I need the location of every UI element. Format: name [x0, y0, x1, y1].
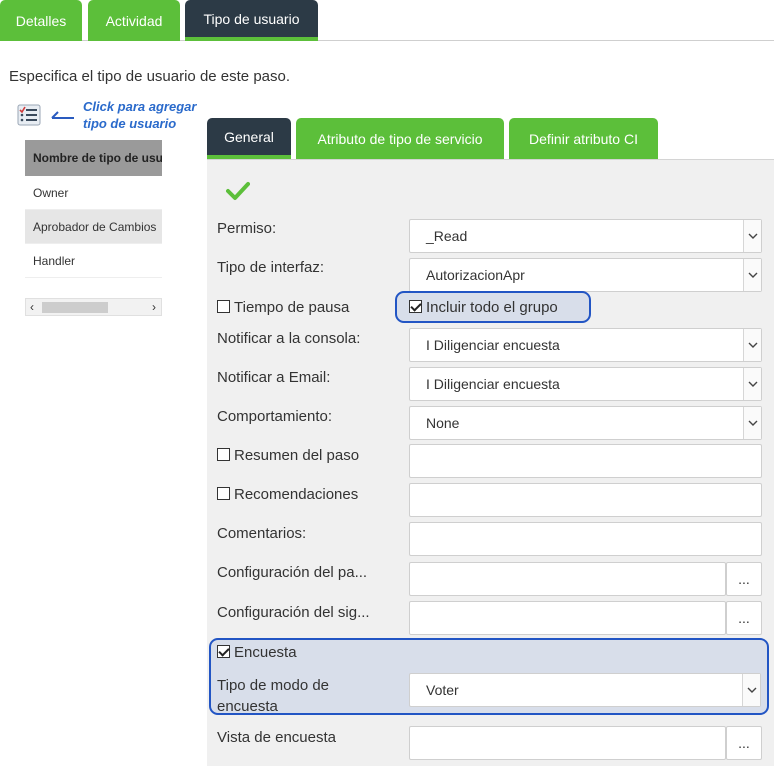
tipo-interfaz-value: AutorizacionApr	[426, 267, 525, 283]
encuesta-label: Encuesta	[234, 644, 297, 661]
vista-encuesta-input[interactable]	[409, 726, 726, 760]
tipo-interfaz-label: Tipo de interfaz:	[217, 259, 324, 276]
scroll-left-icon[interactable]: ‹	[30, 299, 34, 315]
scrollbar-thumb[interactable]	[42, 302, 108, 313]
chevron-down-icon[interactable]	[743, 368, 761, 400]
recomendaciones-label: Recomendaciones	[234, 486, 359, 503]
comportamiento-value: None	[426, 415, 460, 431]
notificar-consola-select[interactable]: I Diligenciar encuesta	[409, 328, 762, 362]
config-pa-input[interactable]	[409, 562, 726, 596]
tipo-modo-value: Voter	[426, 682, 459, 698]
resumen-paso-checkbox[interactable]	[217, 448, 230, 461]
recomendaciones-checkbox[interactable]	[217, 487, 230, 500]
notificar-email-label: Notificar a Email:	[217, 369, 331, 386]
tab-general[interactable]: General	[207, 118, 291, 159]
config-pa-browse-button[interactable]: ...	[726, 562, 762, 596]
chevron-down-icon[interactable]	[743, 259, 761, 291]
resumen-paso-label: Resumen del paso	[234, 447, 360, 464]
hint-line-2: tipo de usuario	[83, 116, 177, 131]
intro-text: Especifica el tipo de usuario de este pa…	[9, 68, 291, 85]
config-pa-label: Configuración del pa...	[217, 564, 368, 581]
tab-tipo-de-usuario[interactable]: Tipo de usuario	[185, 0, 318, 41]
config-sig-label: Configuración del sig...	[217, 604, 370, 621]
tab-detalles[interactable]: Detalles	[0, 0, 82, 41]
resumen-paso-option[interactable]: Resumen del paso	[217, 447, 359, 464]
tipo-modo-select[interactable]: Voter	[409, 673, 761, 707]
add-user-type-hint[interactable]: Click para agregar tipo de usuario	[83, 98, 196, 132]
chevron-down-icon[interactable]	[743, 329, 761, 361]
comentarios-label: Comentarios:	[217, 525, 307, 542]
user-type-row[interactable]: Aprobador de Cambios	[25, 210, 162, 244]
save-check-icon[interactable]	[226, 181, 250, 201]
resumen-paso-input[interactable]	[409, 444, 762, 478]
chevron-down-icon[interactable]	[742, 674, 760, 706]
incluir-grupo-checkbox[interactable]	[409, 300, 422, 313]
encuesta-option[interactable]: Encuesta	[217, 644, 297, 661]
tipo-modo-label-line1: Tipo de modo de	[217, 677, 330, 694]
permiso-select[interactable]: _Read	[409, 219, 762, 253]
tab-definir-atributo-ci[interactable]: Definir atributo CI	[509, 118, 658, 159]
notificar-email-value: I Diligenciar encuesta	[426, 376, 560, 392]
recomendaciones-option[interactable]: Recomendaciones	[217, 486, 358, 503]
recomendaciones-input[interactable]	[409, 483, 762, 517]
user-type-column-header[interactable]: Nombre de tipo de usuario	[25, 140, 162, 176]
encuesta-checkbox[interactable]	[217, 645, 230, 658]
tipo-interfaz-select[interactable]: AutorizacionApr	[409, 258, 762, 292]
comentarios-input[interactable]	[409, 522, 762, 556]
user-type-table: Nombre de tipo de usuario Owner Aprobado…	[25, 140, 162, 278]
tipo-modo-label: Tipo de modo de encuesta	[217, 675, 329, 717]
chevron-down-icon[interactable]	[743, 407, 761, 439]
table-horizontal-scrollbar[interactable]: ‹ ›	[25, 298, 162, 316]
tiempo-pausa-option[interactable]: Tiempo de pausa	[217, 299, 349, 316]
notificar-consola-value: I Diligenciar encuesta	[426, 337, 560, 353]
tiempo-pausa-label: Tiempo de pausa	[234, 299, 350, 316]
permiso-value: _Read	[426, 228, 468, 244]
vista-encuesta-browse-button[interactable]: ...	[726, 726, 762, 760]
incluir-grupo-label: Incluir todo el grupo	[426, 299, 558, 316]
top-tab-bar: Detalles Actividad Tipo de usuario	[0, 0, 774, 41]
tiempo-pausa-checkbox[interactable]	[217, 300, 230, 313]
user-type-row[interactable]: Owner	[25, 176, 162, 210]
tab-atributo-tipo-servicio[interactable]: Atributo de tipo de servicio	[296, 118, 504, 159]
tab-actividad[interactable]: Actividad	[88, 0, 180, 41]
config-sig-browse-button[interactable]: ...	[726, 601, 762, 635]
config-sig-input[interactable]	[409, 601, 726, 635]
hint-line-1: Click para agregar	[83, 99, 197, 114]
scroll-right-icon[interactable]: ›	[152, 299, 156, 315]
add-user-type-icon[interactable]	[17, 103, 41, 127]
comportamiento-select[interactable]: None	[409, 406, 762, 440]
notificar-consola-label: Notificar a la consola:	[217, 330, 361, 347]
chevron-down-icon[interactable]	[743, 220, 761, 252]
tipo-modo-label-line2: encuesta	[217, 698, 278, 715]
incluir-grupo-option[interactable]: Incluir todo el grupo	[409, 299, 558, 316]
notificar-email-select[interactable]: I Diligenciar encuesta	[409, 367, 762, 401]
user-type-row[interactable]: Handler	[25, 244, 162, 278]
vista-encuesta-label: Vista de encuesta	[217, 729, 336, 746]
arrow-left-icon	[50, 110, 76, 124]
permiso-label: Permiso:	[217, 220, 277, 237]
comportamiento-label: Comportamiento:	[217, 408, 333, 425]
